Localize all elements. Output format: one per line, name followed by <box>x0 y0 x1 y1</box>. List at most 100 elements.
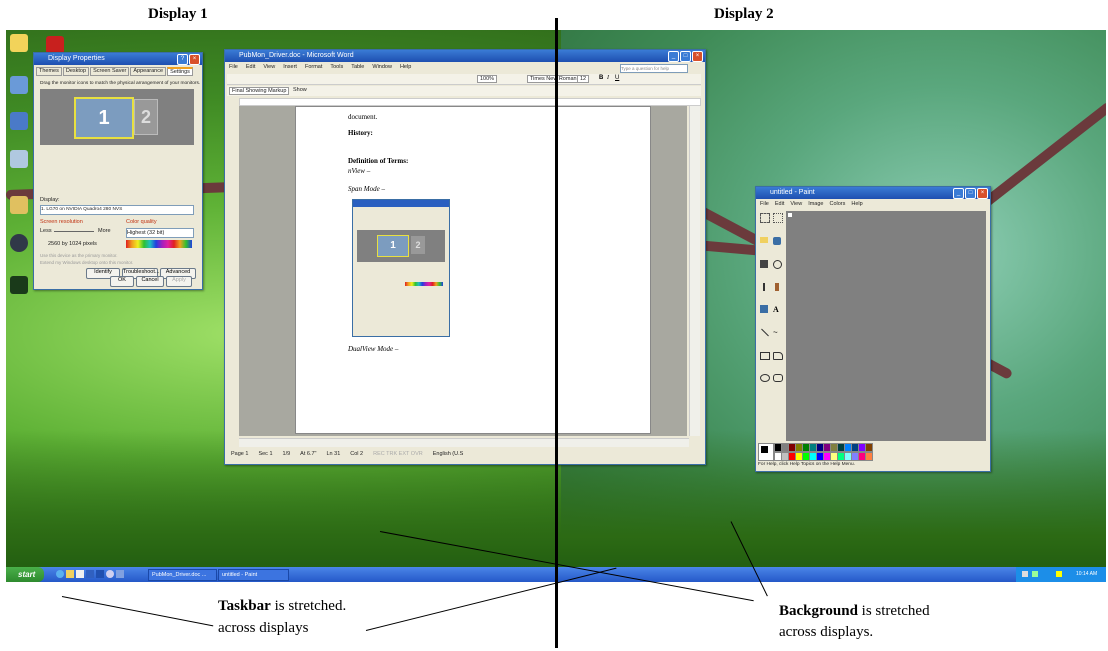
brush-icon[interactable] <box>775 282 779 291</box>
paint-close-button[interactable]: × <box>977 188 988 199</box>
magnifier-icon[interactable] <box>773 259 782 269</box>
paint-menu-image[interactable]: Image <box>808 201 823 207</box>
show-menu[interactable]: Show <box>293 87 307 93</box>
pencil-icon[interactable] <box>763 282 765 291</box>
menu-format[interactable]: Format <box>305 64 322 70</box>
ok-button[interactable]: OK <box>110 276 134 287</box>
ellipse-icon[interactable] <box>760 373 770 382</box>
markup-select[interactable]: Final Showing Markup <box>229 87 290 95</box>
tab-screen-saver[interactable]: Screen Saver <box>90 67 130 76</box>
recycle-bin-icon[interactable] <box>10 150 28 168</box>
menu-tools[interactable]: Tools <box>330 64 343 70</box>
line-icon[interactable] <box>761 328 769 337</box>
paint-menu-view[interactable]: View <box>790 201 802 207</box>
menu-table[interactable]: Table <box>351 64 364 70</box>
quicktime-icon[interactable] <box>10 234 28 252</box>
document-page[interactable]: document. History: Definition of Terms: … <box>295 106 651 434</box>
tab-settings[interactable]: Settings <box>167 67 193 76</box>
airbrush-icon[interactable] <box>760 305 768 313</box>
paint-canvas-area[interactable] <box>786 211 986 441</box>
display-properties-window[interactable]: Display Properties ? × Themes Desktop Scr… <box>33 52 203 290</box>
menu-edit[interactable]: Edit <box>246 64 255 70</box>
word-window[interactable]: PubMon_Driver.doc - Microsoft Word _ □ × F… <box>224 49 706 465</box>
ie-icon[interactable] <box>56 570 64 578</box>
paint-menu-file[interactable]: File <box>760 201 769 207</box>
paint-titlebar[interactable]: untitled - Paint _ □ × <box>756 187 990 199</box>
zoom-select[interactable]: 100% <box>477 75 498 83</box>
network-icon[interactable] <box>10 112 28 130</box>
resolution-slider[interactable] <box>54 231 94 232</box>
eraser-icon[interactable] <box>760 237 768 244</box>
vertical-scrollbar[interactable] <box>689 106 700 436</box>
palette-swatch[interactable] <box>865 443 873 452</box>
horizontal-scrollbar[interactable] <box>239 438 689 447</box>
bold-button[interactable]: B <box>599 75 603 81</box>
color-picker-icon[interactable] <box>760 259 768 268</box>
curve-icon[interactable]: ~ <box>773 328 783 348</box>
display-select[interactable]: 1. LG70 on NVIDIA Quadro4 280 NVS <box>40 205 194 215</box>
paint-menu-colors[interactable]: Colors <box>829 201 845 207</box>
folder-icon[interactable] <box>66 570 74 578</box>
word-titlebar[interactable]: PubMon_Driver.doc - Microsoft Word _ □ × <box>225 50 705 62</box>
text-icon[interactable]: A <box>773 305 783 325</box>
cancel-button[interactable]: Cancel <box>136 276 164 287</box>
extend-desktop-checkbox[interactable]: Extend my Windows desktop onto this moni… <box>40 260 133 265</box>
tab-themes[interactable]: Themes <box>36 67 62 76</box>
menu-view[interactable]: View <box>263 64 275 70</box>
shortcut-icon[interactable] <box>10 196 28 214</box>
underline-button[interactable]: U <box>615 75 619 81</box>
monitor-2[interactable]: 2 <box>134 99 158 135</box>
menu-file[interactable]: File <box>229 64 238 70</box>
my-computer-icon[interactable] <box>10 76 28 94</box>
start-button[interactable]: start <box>6 567 44 582</box>
tray-icon-volume[interactable] <box>1022 571 1028 577</box>
help-search-input[interactable]: Type a question for help <box>620 64 688 73</box>
paint-menu-edit[interactable]: Edit <box>775 201 784 207</box>
word-launch-icon[interactable] <box>96 570 104 578</box>
color-palette[interactable] <box>758 443 878 461</box>
palette-swatch[interactable] <box>865 452 873 461</box>
media-icon[interactable] <box>86 570 94 578</box>
italic-button[interactable]: I <box>607 75 609 81</box>
tray-icon-network[interactable] <box>1032 571 1038 577</box>
maximize-button[interactable]: □ <box>680 51 691 62</box>
fill-icon[interactable] <box>773 237 781 246</box>
clock-launch-icon[interactable] <box>106 570 114 578</box>
menu-help[interactable]: Help <box>400 64 411 70</box>
paint-window[interactable]: untitled - Paint _ □ × File Edit View Imag… <box>755 186 991 472</box>
money-icon[interactable] <box>10 276 28 294</box>
taskbar-item-paint[interactable]: untitled - Paint <box>218 569 289 581</box>
paint-toolbox[interactable]: A ~ <box>758 211 786 395</box>
polygon-icon[interactable] <box>773 351 783 360</box>
document-area[interactable]: document. History: Definition of Terms: … <box>239 106 687 436</box>
display-properties-titlebar[interactable]: Display Properties ? × <box>34 53 202 65</box>
minimize-button[interactable]: _ <box>668 51 679 62</box>
primary-monitor-checkbox[interactable]: Use this device as the primary monitor. <box>40 253 118 258</box>
close-button[interactable]: × <box>189 54 200 65</box>
my-documents-icon[interactable] <box>10 34 28 52</box>
rectangle-icon[interactable] <box>760 351 770 360</box>
paint-canvas[interactable] <box>788 213 792 217</box>
monitor-1[interactable]: 1 <box>74 97 134 139</box>
reviewing-toolbar[interactable]: Final Showing Markup Show <box>227 86 701 96</box>
desktop-launch-icon[interactable] <box>116 570 124 578</box>
tray-icon-security[interactable] <box>1056 571 1062 577</box>
paint-menu-help[interactable]: Help <box>851 201 862 207</box>
paint-minimize-button[interactable]: _ <box>953 188 964 199</box>
menu-insert[interactable]: Insert <box>283 64 297 70</box>
tab-desktop[interactable]: Desktop <box>62 67 90 76</box>
paint-maximize-button[interactable]: □ <box>965 188 976 199</box>
apply-button[interactable]: Apply <box>166 276 192 287</box>
font-select[interactable]: Times New Roman <box>527 75 580 83</box>
help-button[interactable]: ? <box>177 54 188 65</box>
free-select-icon[interactable] <box>760 213 770 223</box>
word-close-button[interactable]: × <box>692 51 703 62</box>
taskbar-item-word[interactable]: PubMon_Driver.doc ... <box>148 569 217 581</box>
outlook-icon[interactable] <box>76 570 84 578</box>
color-quality-select[interactable]: Highest (32 bit) <box>126 228 194 238</box>
tab-appearance[interactable]: Appearance <box>130 67 167 76</box>
rounded-rect-icon[interactable] <box>773 373 783 382</box>
rect-select-icon[interactable] <box>773 213 783 223</box>
font-size-select[interactable]: 12 <box>577 75 590 83</box>
standard-toolbar[interactable]: 100% Times New Roman 12 B I U <box>227 74 701 85</box>
